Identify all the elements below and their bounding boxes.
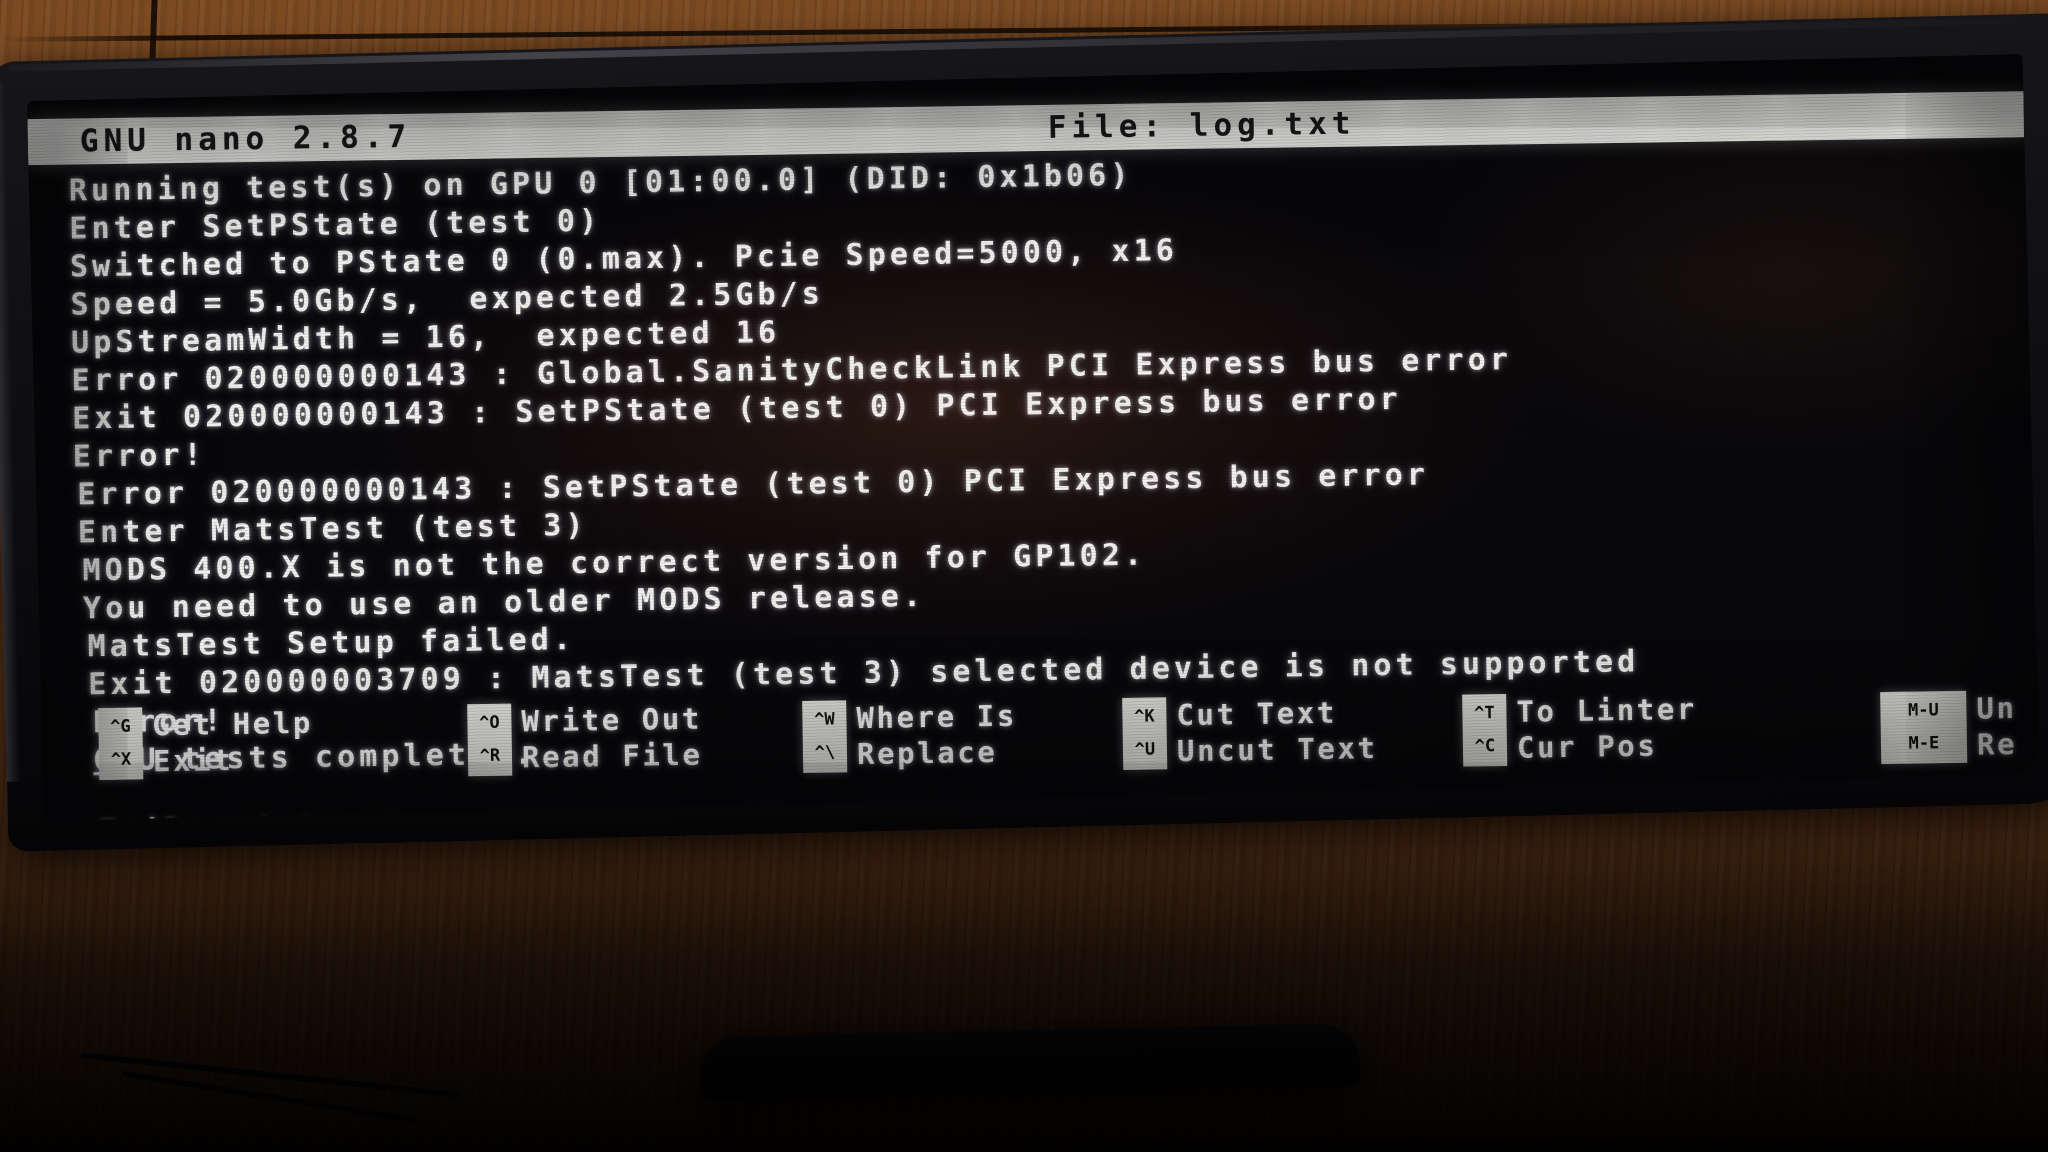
shortcut-key-top: ^G xyxy=(110,716,131,737)
shortcut-key-bottom: ^C xyxy=(1474,736,1496,757)
screen: GNU nano 2.8.7 File: log.txt Running tes… xyxy=(26,54,2040,821)
ctrl-k-ctrl-u-key-icon[interactable]: ^K ^U xyxy=(1122,697,1168,770)
editor-line: MatsTest Setup failed. xyxy=(87,622,576,665)
photograph-scene: GNU nano 2.8.7 File: log.txt Running tes… xyxy=(0,0,2048,1152)
editor-line: Error! xyxy=(72,437,207,475)
shortcut-key-bottom: M-E xyxy=(1908,733,1940,754)
shortcut-group-help-exit[interactable]: ^G ^X Get Help Exit xyxy=(98,705,314,781)
shortcut-label-uncut-text[interactable]: Uncut Text xyxy=(1177,730,1378,769)
shortcut-label-exit[interactable]: Exit xyxy=(153,741,314,780)
shortcut-group-undo-redo[interactable]: M-U M-E Un Re xyxy=(1880,690,2018,765)
editor-line: Speed = 5.0Gb/s, expected 2.5Gb/s xyxy=(70,276,825,323)
shortcut-key-top: ^K xyxy=(1134,706,1155,727)
editor-line: Running test(s) on GPU 0 [01:00.0] (DID:… xyxy=(68,157,1133,209)
monitor: GNU nano 2.8.7 File: log.txt Running tes… xyxy=(0,13,2048,852)
ctrl-g-ctrl-x-key-icon[interactable]: ^G ^X xyxy=(98,707,144,781)
nano-file-label: File: log.txt xyxy=(1047,105,1356,146)
editor-line: Enter SetPState (test 0) xyxy=(69,203,602,247)
shortcut-label-write-out[interactable]: Write Out xyxy=(521,701,702,740)
nano-version-label: GNU nano 2.8.7 xyxy=(79,118,412,160)
shortcut-key-top: ^O xyxy=(479,712,500,734)
shortcut-group-cut-uncut[interactable]: ^K ^U Cut Text Uncut Text xyxy=(1122,694,1378,770)
desk-shadow xyxy=(0,792,2048,1152)
editor-line: You need to use an older MODS release. xyxy=(82,578,926,627)
shortcut-label-to-linter[interactable]: To Linter xyxy=(1516,691,1697,730)
shortcut-key-bottom: ^X xyxy=(110,749,132,770)
shortcut-group-writeout-readfile[interactable]: ^O ^R Write Out Read File xyxy=(467,701,703,777)
shortcut-label-get-help[interactable]: Get Help xyxy=(152,705,313,744)
shortcut-label-replace[interactable]: Replace xyxy=(857,734,1018,773)
shortcut-label-redo[interactable]: Re xyxy=(1977,726,2018,763)
shortcut-key-top: ^W xyxy=(814,709,835,730)
editor-line: UpStreamWidth = 16, expected 16 xyxy=(70,314,781,361)
editor-line: Enter MatsTest (test 3) xyxy=(77,507,588,551)
shortcut-key-top: ^T xyxy=(1474,703,1495,724)
shortcut-key-top: M-U xyxy=(1907,700,1939,721)
shortcut-group-linter-curpos[interactable]: ^T ^C To Linter Cur Pos xyxy=(1462,691,1698,767)
shortcut-label-cur-pos[interactable]: Cur Pos xyxy=(1517,727,1698,766)
ctrl-w-ctrl-backslash-key-icon[interactable]: ^W ^\ xyxy=(802,700,848,774)
ctrl-o-ctrl-r-key-icon[interactable]: ^O ^R xyxy=(467,703,513,777)
shortcut-label-read-file[interactable]: Read File xyxy=(522,737,703,776)
shortcut-group-whereis-replace[interactable]: ^W ^\ Where Is Replace xyxy=(802,698,1018,774)
editor-line: Error 020000000143 : SetPState (test 0) … xyxy=(77,457,1430,513)
ctrl-t-ctrl-c-key-icon[interactable]: ^T ^C xyxy=(1462,693,1508,767)
meta-u-meta-e-key-icon[interactable]: M-U M-E xyxy=(1880,690,1968,765)
shortcut-key-bottom: ^U xyxy=(1134,739,1156,760)
shortcut-label-undo[interactable]: Un xyxy=(1976,690,2017,727)
shortcut-label-cut-text[interactable]: Cut Text xyxy=(1176,694,1377,733)
shortcut-key-bottom: ^\ xyxy=(814,742,836,763)
shortcut-key-bottom: ^R xyxy=(479,745,501,767)
shortcut-label-where-is[interactable]: Where Is xyxy=(856,698,1017,737)
